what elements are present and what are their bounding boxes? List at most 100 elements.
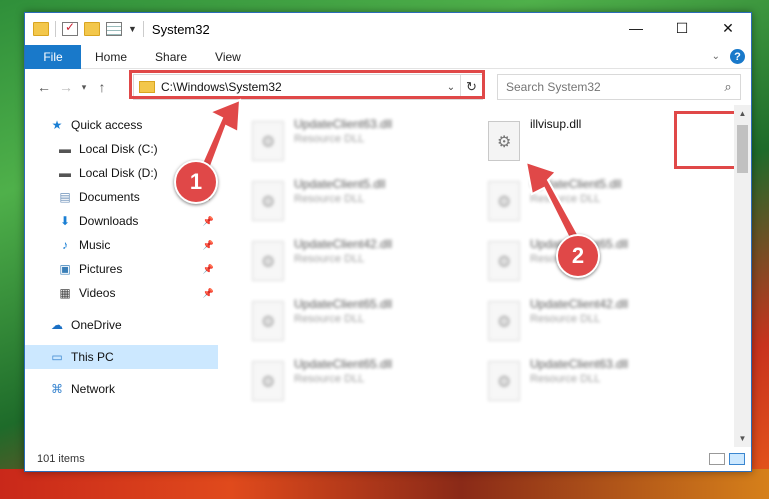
file-type: Resource DLL	[294, 133, 365, 145]
file-item[interactable]: UpdateClient65.dll Resource DLL	[238, 293, 458, 347]
dll-file-icon	[488, 181, 520, 221]
file-explorer-window: ▼ System32 — ☐ ✕ File Home Share View ⌄ …	[24, 12, 752, 472]
pin-icon[interactable]: 📌	[203, 264, 214, 275]
view-toggle	[709, 453, 745, 465]
file-item[interactable]: UpdateClient5.dll Resource DLL	[238, 173, 458, 227]
scroll-thumb[interactable]	[737, 125, 748, 173]
vertical-scrollbar[interactable]: ▲ ▼	[734, 105, 751, 447]
file-type: Resource DLL	[530, 193, 601, 205]
music-icon: ♪	[62, 238, 68, 252]
window-title: System32	[151, 21, 210, 37]
customize-toolbar-dropdown[interactable]: ▼	[128, 24, 137, 34]
expand-ribbon-chevron-icon[interactable]: ⌄	[712, 51, 720, 62]
help-icon[interactable]: ?	[730, 49, 745, 64]
sidebar-item-label: Local Disk (C:)	[79, 142, 158, 156]
sidebar-item-onedrive[interactable]: ☁ OneDrive	[25, 313, 218, 337]
window-controls: — ☐ ✕	[613, 13, 751, 43]
sidebar-item-downloads[interactable]: ⬇ Downloads 📌	[25, 209, 218, 233]
title-bar: ▼ System32 — ☐ ✕	[25, 13, 751, 45]
close-button[interactable]: ✕	[705, 13, 751, 43]
explorer-body: ★ Quick access ▬ Local Disk (C:) ▬ Local…	[25, 105, 751, 447]
sidebar-item-label: Documents	[79, 190, 140, 204]
dll-file-icon	[252, 121, 284, 161]
file-name: UpdateClient65.dll	[294, 357, 393, 371]
pin-icon[interactable]: 📌	[203, 288, 214, 299]
sidebar-item-pictures[interactable]: ▣ Pictures 📌	[25, 257, 218, 281]
file-name: illvisup.dll	[530, 117, 582, 131]
file-item[interactable]: UpdateClient65.dll Resource DLL	[238, 353, 458, 407]
file-item[interactable]: UpdateClient63.dll Resource DLL	[474, 353, 694, 407]
file-item[interactable]: UpdateClient5.dll Resource DLL	[474, 173, 694, 227]
tab-view[interactable]: View	[201, 50, 255, 64]
address-bar[interactable]: C:\Windows\System32 ⌄ ↻	[133, 74, 483, 100]
search-input[interactable]	[498, 80, 716, 94]
pin-icon[interactable]: 📌	[203, 240, 214, 251]
search-icon[interactable]: ⌕	[716, 79, 740, 95]
sidebar-item-quick-access[interactable]: ★ Quick access	[25, 113, 218, 137]
step-1-callout: 1	[174, 160, 218, 204]
new-folder-icon[interactable]	[84, 22, 100, 36]
file-item[interactable]: UpdateClient42.dll Resource DLL	[238, 233, 458, 287]
file-item-selected-target[interactable]: illvisup.dll	[474, 113, 694, 167]
scroll-up-arrow-icon[interactable]: ▲	[734, 105, 751, 122]
file-name: UpdateClient5.dll	[530, 177, 622, 191]
file-meta: UpdateClient65.dll Resource DLL	[294, 353, 392, 385]
file-meta: UpdateClient42.dll Resource DLL	[530, 293, 628, 325]
large-icons-view-icon[interactable]	[729, 453, 745, 465]
folder-icon	[33, 22, 49, 36]
ribbon-tabs: File Home Share View ⌄ ?	[25, 44, 751, 69]
onedrive-icon: ☁	[51, 318, 63, 332]
file-item[interactable]: UpdateClient42.dll Resource DLL	[474, 293, 694, 347]
dll-file-icon	[488, 121, 520, 161]
sidebar-item-label: Quick access	[71, 118, 143, 132]
minimize-button[interactable]: —	[613, 13, 659, 43]
sidebar-item-local-disk-c[interactable]: ▬ Local Disk (C:)	[25, 137, 218, 161]
file-meta: UpdateClient63.dll Resource DLL	[294, 113, 392, 145]
details-view-icon[interactable]	[709, 453, 725, 465]
file-meta: UpdateClient63.dll Resource DLL	[530, 353, 628, 385]
forward-button[interactable]: →	[55, 79, 77, 95]
step-2-callout: 2	[556, 234, 600, 278]
sidebar-item-network[interactable]: ⌘ Network	[25, 377, 218, 401]
network-icon: ⌘	[51, 382, 63, 396]
file-name: UpdateClient42.dll	[294, 237, 393, 251]
maximize-button[interactable]: ☐	[659, 13, 705, 43]
sidebar-item-videos[interactable]: ▦ Videos 📌	[25, 281, 218, 305]
recent-locations-button[interactable]: ▾	[77, 82, 91, 93]
quick-access-toolbar: ▼	[25, 20, 144, 37]
tab-file[interactable]: File	[25, 44, 81, 69]
properties-icon[interactable]	[106, 22, 122, 36]
sidebar-item-label: Local Disk (D:)	[79, 166, 158, 180]
file-meta: UpdateClient5.dll Resource DLL	[294, 173, 385, 205]
drive-icon: ▬	[59, 142, 71, 156]
properties-check-icon[interactable]	[62, 20, 78, 36]
file-meta: UpdateClient42.dll Resource DLL	[294, 233, 392, 265]
scroll-down-arrow-icon[interactable]: ▼	[734, 430, 751, 447]
file-list: UpdateClient63.dll Resource DLL illvisup…	[218, 105, 751, 447]
sidebar-item-this-pc[interactable]: ▭ This PC	[25, 345, 218, 369]
up-button[interactable]: ↑	[91, 79, 113, 95]
file-type: Resource DLL	[294, 253, 365, 265]
refresh-icon[interactable]: ↻	[460, 75, 482, 99]
search-box[interactable]: ⌕	[497, 74, 741, 100]
sidebar-item-music[interactable]: ♪ Music 📌	[25, 233, 218, 257]
address-dropdown-icon[interactable]: ⌄	[442, 82, 460, 93]
sidebar-item-label: Music	[79, 238, 111, 252]
toolbar-divider	[142, 21, 144, 37]
dll-file-icon	[252, 181, 284, 221]
file-meta: UpdateClient65.dll Resource DLL	[294, 293, 392, 325]
back-button[interactable]: ←	[33, 79, 55, 95]
file-type: Resource DLL	[530, 313, 601, 325]
address-path[interactable]: C:\Windows\System32	[161, 80, 442, 94]
tab-share[interactable]: Share	[141, 50, 201, 64]
computer-icon: ▭	[51, 350, 63, 364]
sidebar-item-label: OneDrive	[71, 318, 122, 332]
file-item[interactable]: UpdateClient63.dll Resource DLL	[238, 113, 458, 167]
pin-icon[interactable]: 📌	[203, 216, 214, 227]
tab-home[interactable]: Home	[81, 50, 141, 64]
toolbar-divider	[55, 21, 56, 37]
navigation-pane: ★ Quick access ▬ Local Disk (C:) ▬ Local…	[25, 105, 218, 447]
dll-file-icon	[488, 301, 520, 341]
file-name: UpdateClient42.dll	[530, 297, 629, 311]
sidebar-item-label: Downloads	[79, 214, 139, 228]
